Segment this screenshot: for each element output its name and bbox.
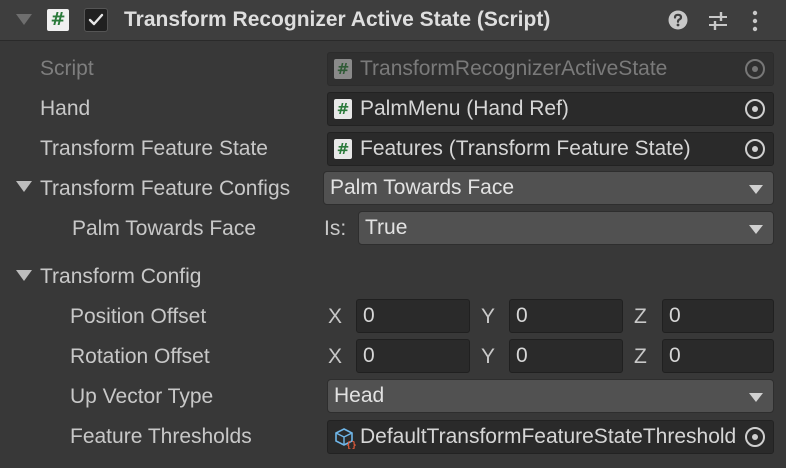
hand-label: Hand <box>40 97 91 120</box>
transform-feature-configs-dropdown[interactable]: Palm Towards Face <box>323 171 774 205</box>
transform-feature-configs-foldout-icon[interactable] <box>16 181 32 192</box>
component-enabled-checkbox[interactable] <box>84 8 108 32</box>
rotation-offset-label: Rotation Offset <box>70 345 210 368</box>
script-label: Script <box>40 57 94 80</box>
position-offset-x-value: 0 <box>363 304 375 327</box>
rotation-offset-z-field[interactable]: 0 <box>662 339 774 373</box>
component-header[interactable]: # Transform Recognizer Active State (Scr… <box>0 0 786 41</box>
transform-feature-state-hash-icon: # <box>334 139 352 159</box>
position-offset-z-field[interactable]: 0 <box>662 299 774 333</box>
transform-config-foldout-icon[interactable] <box>16 270 32 281</box>
help-icon[interactable] <box>668 10 688 30</box>
object-picker-icon <box>745 99 765 119</box>
feature-thresholds-field[interactable]: {} DefaultTransformFeatureStateThreshold… <box>327 420 774 454</box>
position-offset-label: Position Offset <box>70 305 207 328</box>
checkmark-icon <box>88 13 104 26</box>
dropdown-arrow-icon <box>749 393 763 402</box>
script-field-value: TransformRecognizerActiveState <box>360 57 668 80</box>
position-offset-y-label[interactable]: Y <box>481 303 495 331</box>
component-foldout-arrow-icon[interactable] <box>16 14 32 25</box>
feature-thresholds-label: Feature Thresholds <box>70 425 252 448</box>
hand-field-value: PalmMenu (Hand Ref) <box>360 97 569 120</box>
object-picker-icon <box>745 139 765 159</box>
script-field: # TransformRecognizerActiveState <box>327 52 774 86</box>
object-picker-icon <box>745 59 765 79</box>
position-offset-y-value: 0 <box>516 304 528 327</box>
transform-feature-configs-label[interactable]: Transform Feature Configs <box>40 175 290 203</box>
script-field-hash-icon: # <box>334 59 352 79</box>
transform-feature-state-object-picker[interactable] <box>737 133 773 165</box>
hand-field[interactable]: # PalmMenu (Hand Ref) <box>327 92 774 126</box>
palm-towards-face-is-label: Is: <box>324 217 347 240</box>
transform-feature-configs-value: Palm Towards Face <box>330 176 515 199</box>
rotation-offset-y-value: 0 <box>516 344 528 367</box>
rotation-offset-z-value: 0 <box>669 344 681 367</box>
svg-text:{}: {} <box>346 441 356 449</box>
feature-thresholds-value: DefaultTransformFeatureStateThresholds <box>360 425 747 448</box>
script-hash-icon: # <box>47 9 69 31</box>
rotation-offset-z-label[interactable]: Z <box>634 343 647 371</box>
object-picker-icon <box>745 427 765 447</box>
scriptable-object-icon: {} <box>335 428 356 449</box>
kebab-menu-icon[interactable] <box>750 10 760 32</box>
hand-field-hash-icon: # <box>334 99 352 119</box>
rotation-offset-y-label[interactable]: Y <box>481 343 495 371</box>
rotation-offset-x-label[interactable]: X <box>328 343 342 371</box>
rotation-offset-x-field[interactable]: 0 <box>356 339 470 373</box>
transform-feature-state-field[interactable]: # Features (Transform Feature State) <box>327 132 774 166</box>
position-offset-x-field[interactable]: 0 <box>356 299 470 333</box>
dropdown-arrow-icon <box>749 225 763 234</box>
transform-feature-state-label: Transform Feature State <box>40 137 268 160</box>
position-offset-z-label[interactable]: Z <box>634 303 647 331</box>
position-offset-y-field[interactable]: 0 <box>509 299 623 333</box>
transform-feature-configs-label-clip: Transform Feature Configs <box>40 175 323 203</box>
dropdown-arrow-icon <box>749 185 763 194</box>
palm-towards-face-dropdown[interactable]: True <box>358 211 774 245</box>
palm-towards-face-value: True <box>365 216 408 239</box>
position-offset-x-label[interactable]: X <box>328 303 342 331</box>
hand-object-picker[interactable] <box>737 93 773 125</box>
up-vector-type-value: Head <box>334 384 385 407</box>
rotation-offset-y-field[interactable]: 0 <box>509 339 623 373</box>
transform-config-label[interactable]: Transform Config <box>40 263 201 291</box>
sliders-icon[interactable] <box>707 10 729 32</box>
palm-towards-face-label: Palm Towards Face <box>72 217 257 240</box>
transform-feature-state-value: Features (Transform Feature State) <box>360 137 691 160</box>
up-vector-type-dropdown[interactable]: Head <box>327 379 774 413</box>
feature-thresholds-object-picker[interactable] <box>737 421 773 453</box>
up-vector-type-label: Up Vector Type <box>70 385 214 408</box>
script-object-picker <box>737 53 773 85</box>
position-offset-z-value: 0 <box>669 304 681 327</box>
rotation-offset-x-value: 0 <box>363 344 375 367</box>
component-title: Transform Recognizer Active State (Scrip… <box>124 8 551 31</box>
